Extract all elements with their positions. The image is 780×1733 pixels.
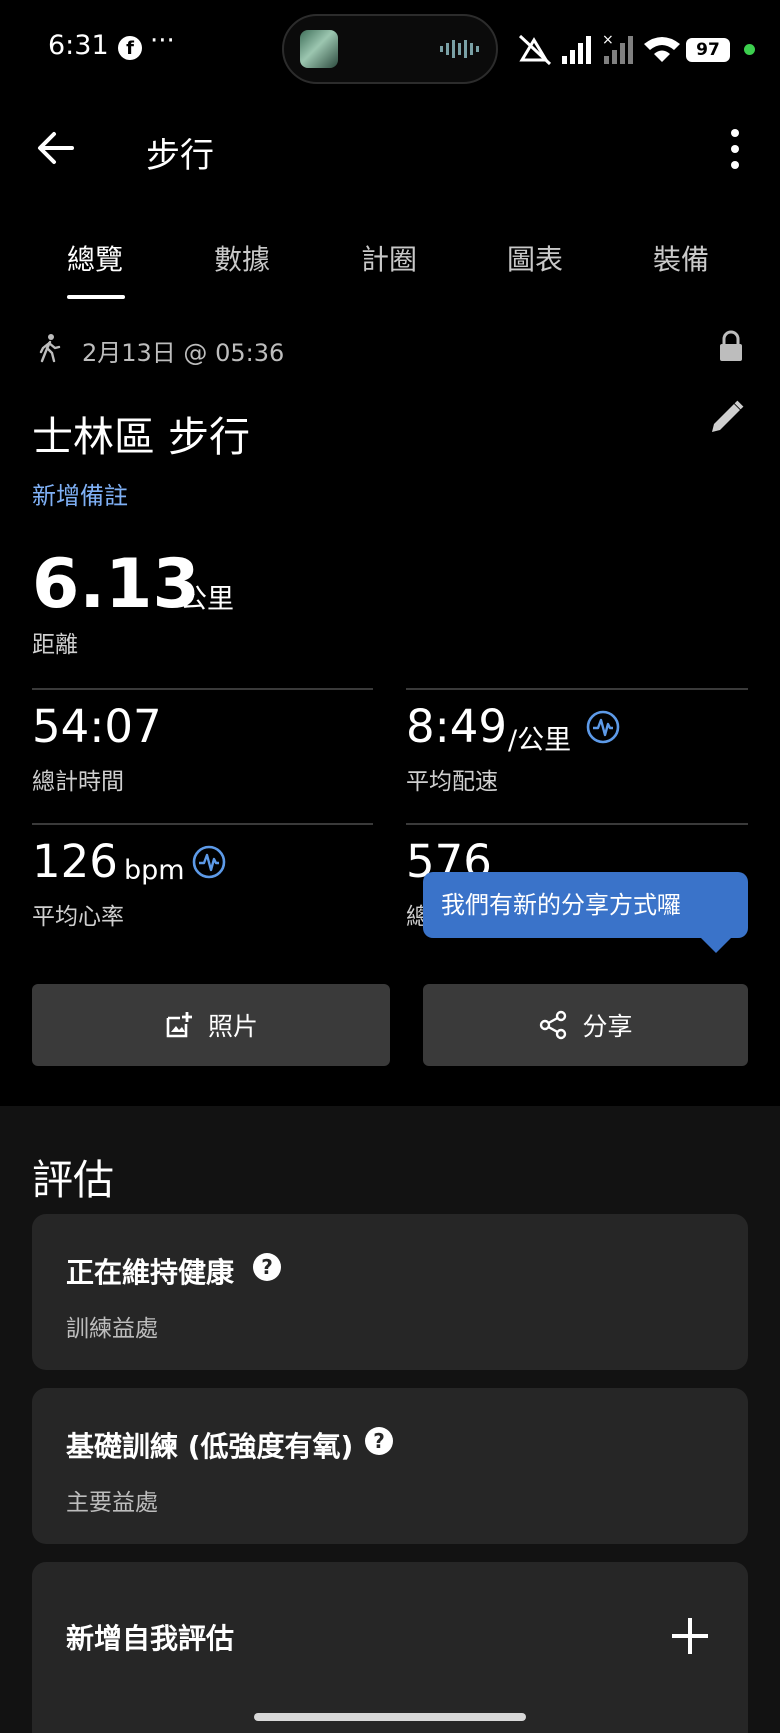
avg-hr-value: 126 xyxy=(32,835,118,888)
avg-pace-unit: /公里 xyxy=(508,725,572,756)
privacy-indicator-dot xyxy=(744,44,755,55)
facebook-notification-icon: f xyxy=(118,36,142,60)
evaluation-card[interactable] xyxy=(32,1214,748,1370)
battery-indicator: 97 xyxy=(686,38,730,62)
total-time-label: 總計時間 xyxy=(32,769,124,795)
tooltip-arrow xyxy=(700,937,732,953)
edit-pencil-icon[interactable] xyxy=(708,398,746,436)
activity-title: 士林區 步行 xyxy=(32,413,251,461)
tab-gear[interactable]: 裝備 xyxy=(653,238,709,278)
distance-unit: 公里 xyxy=(180,584,234,615)
stat-divider xyxy=(32,823,373,825)
tab-charts[interactable]: 圖表 xyxy=(507,238,563,278)
back-arrow-icon[interactable] xyxy=(36,128,76,168)
share-button[interactable]: 分享 xyxy=(423,984,748,1066)
media-album-art xyxy=(300,30,338,68)
stat-divider xyxy=(32,688,373,690)
evaluation-heading: 評估 xyxy=(32,1156,114,1204)
heart-rate-icon[interactable] xyxy=(192,845,226,879)
tab-data[interactable]: 數據 xyxy=(214,238,270,278)
photos-button[interactable]: 照片 xyxy=(32,984,390,1066)
home-indicator[interactable] xyxy=(254,1713,526,1721)
tab-overview[interactable]: 總覽 xyxy=(67,238,123,278)
avg-pace-label: 平均配速 xyxy=(406,769,498,795)
total-time-value: 54:07 xyxy=(32,700,162,753)
distance-label: 距離 xyxy=(32,632,78,658)
pace-info-icon[interactable] xyxy=(586,710,620,744)
active-tab-indicator xyxy=(67,295,125,299)
photos-button-label: 照片 xyxy=(207,1012,258,1041)
evaluation-card-title: 基礎訓練 (低強度有氧) xyxy=(66,1430,354,1463)
svg-text:×: × xyxy=(602,32,614,48)
distance-value: 6.13 xyxy=(32,545,200,624)
more-notifications-icon: ··· xyxy=(150,26,175,56)
avg-hr-unit: bpm xyxy=(124,855,185,886)
stat-divider xyxy=(406,823,748,825)
add-self-assessment-label: 新增自我評估 xyxy=(66,1622,235,1655)
tab-laps[interactable]: 計圈 xyxy=(361,238,417,278)
add-photo-icon xyxy=(166,1012,192,1038)
page-title: 步行 xyxy=(146,136,214,176)
stat-divider xyxy=(406,688,748,690)
evaluation-card-subtitle: 主要益處 xyxy=(66,1490,158,1516)
audio-wave-icon xyxy=(440,40,479,58)
share-button-label: 分享 xyxy=(582,1012,633,1041)
avg-pace-value: 8:49 xyxy=(406,700,508,753)
walk-icon xyxy=(39,334,61,363)
share-tooltip[interactable]: 我們有新的分享方式囉 xyxy=(423,872,748,938)
evaluation-card-title: 正在維持健康 xyxy=(66,1256,235,1289)
overflow-menu-icon[interactable] xyxy=(728,128,742,170)
avg-hr-label: 平均心率 xyxy=(32,904,124,930)
lock-icon[interactable] xyxy=(716,330,746,362)
evaluation-card-subtitle: 訓練益處 xyxy=(66,1316,158,1342)
add-note-link[interactable]: 新增備註 xyxy=(32,476,128,511)
evaluation-card[interactable] xyxy=(32,1388,748,1544)
share-icon xyxy=(540,1010,567,1040)
status-time: 6:31 xyxy=(48,30,109,61)
help-icon[interactable]: ? xyxy=(365,1427,393,1455)
activity-date: 2月13日 @ 05:36 xyxy=(82,339,285,367)
help-icon[interactable]: ? xyxy=(253,1253,281,1281)
plus-icon[interactable] xyxy=(670,1616,710,1656)
